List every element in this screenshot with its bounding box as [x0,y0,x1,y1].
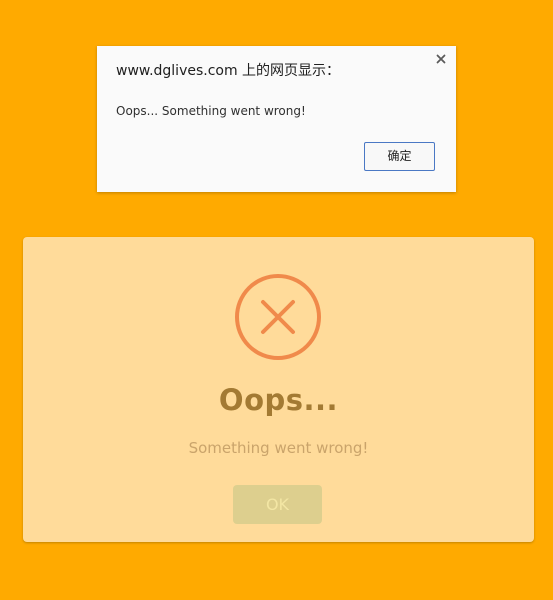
modal-ok-button[interactable]: OK [233,485,322,524]
alert-title: www.dglives.com 上的网页显示： [116,63,341,79]
error-x-circle-icon [234,273,322,361]
error-modal: Oops... Something went wrong! OK [23,237,534,542]
modal-title: Oops... [218,383,339,417]
close-icon[interactable] [434,52,448,66]
alert-message: Oops... Something went wrong! [116,104,306,118]
modal-message: Something went wrong! [188,439,369,457]
browser-alert-dialog: www.dglives.com 上的网页显示： Oops... Somethin… [97,46,456,192]
alert-confirm-button[interactable]: 确定 [364,142,435,171]
